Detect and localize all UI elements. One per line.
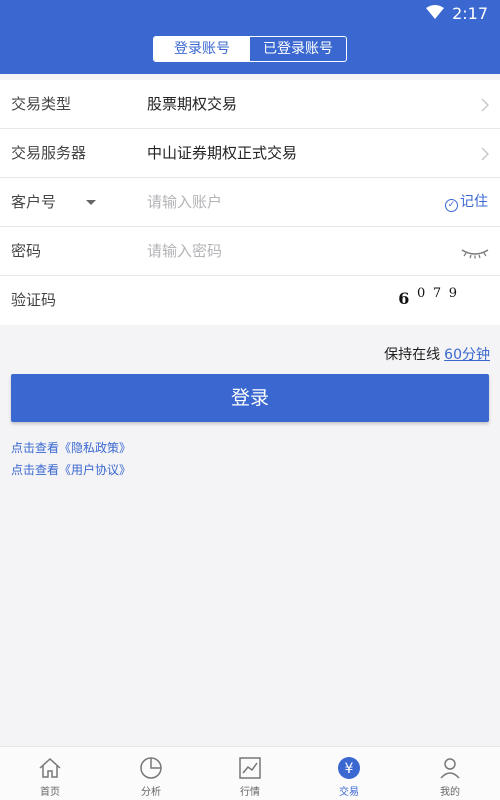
yuan-icon: ¥	[338, 757, 360, 779]
wifi-icon	[426, 5, 444, 19]
keep-online-duration-link[interactable]: 60分钟	[444, 347, 490, 363]
line-chart-icon	[239, 757, 261, 779]
check-circle-icon: ✓	[445, 199, 458, 212]
captcha-label: 验证码	[11, 291, 57, 309]
captcha-image[interactable]: 6 0 7 9	[398, 286, 458, 308]
account-input[interactable]: 请输入账户	[147, 178, 222, 227]
captcha-row: 验证码 6 0 7 9	[0, 276, 500, 325]
tab-market[interactable]: 行情	[220, 747, 280, 800]
captcha-char: 0	[417, 286, 427, 301]
server-row[interactable]: 交易服务器 中山证券期权正式交易	[0, 129, 500, 178]
tab-home[interactable]: 首页	[20, 747, 80, 800]
user-agreement-link[interactable]: 点击查看《用户协议》	[11, 461, 131, 478]
eye-closed-icon[interactable]	[460, 247, 490, 259]
server-value: 中山证券期权正式交易	[147, 144, 298, 162]
remember-checkbox[interactable]: ✓ 记住	[445, 178, 488, 227]
tab-analysis[interactable]: 分析	[121, 747, 181, 800]
tab-logged-in-accounts[interactable]: 已登录账号	[250, 37, 346, 61]
account-segmented-control: 登录账号 已登录账号	[153, 36, 347, 62]
password-label: 密码	[11, 242, 42, 260]
pie-chart-icon	[140, 757, 162, 779]
captcha-char: 6	[398, 289, 411, 308]
captcha-char: 7	[432, 286, 443, 301]
user-icon	[440, 758, 460, 779]
tab-label: 分析	[141, 787, 161, 798]
trade-type-row[interactable]: 交易类型 股票期权交易	[0, 80, 500, 129]
login-button[interactable]: 登录	[11, 374, 489, 422]
login-form: 交易类型 股票期权交易 交易服务器 中山证券期权正式交易 客户号 请输入账户 ✓…	[0, 80, 500, 325]
remember-label: 记住	[460, 194, 488, 210]
tab-label: 我的	[440, 787, 460, 798]
status-time: 2:17	[452, 4, 488, 23]
chevron-right-icon	[481, 147, 489, 161]
password-row: 密码 请输入密码	[0, 227, 500, 276]
home-icon	[39, 757, 61, 778]
keep-online-label: 保持在线	[384, 347, 441, 363]
tab-label: 首页	[40, 787, 60, 798]
chevron-right-icon	[481, 98, 489, 112]
privacy-policy-link[interactable]: 点击查看《隐私政策》	[11, 439, 131, 456]
keep-online: 保持在线 60分钟	[384, 344, 490, 364]
tab-mine[interactable]: 我的	[420, 747, 480, 800]
header-bar: 2:17 登录账号 已登录账号	[0, 0, 500, 74]
password-input[interactable]: 请输入密码	[147, 227, 222, 276]
bottom-nav: 首页 分析 行情 ¥ 交易 我的	[0, 746, 500, 800]
tab-label: 行情	[240, 787, 260, 798]
trade-type-value: 股票期权交易	[147, 95, 238, 113]
server-label: 交易服务器	[11, 144, 87, 162]
tab-label: 交易	[339, 787, 359, 798]
account-label: 客户号	[11, 193, 57, 211]
captcha-char: 9	[448, 286, 458, 301]
trade-type-label: 交易类型	[11, 95, 72, 113]
svg-text:¥: ¥	[345, 761, 354, 777]
tab-trade[interactable]: ¥ 交易	[319, 747, 379, 800]
caret-down-icon[interactable]	[86, 200, 96, 205]
tab-login-account[interactable]: 登录账号	[154, 37, 250, 61]
account-row: 客户号 请输入账户 ✓ 记住	[0, 178, 500, 227]
